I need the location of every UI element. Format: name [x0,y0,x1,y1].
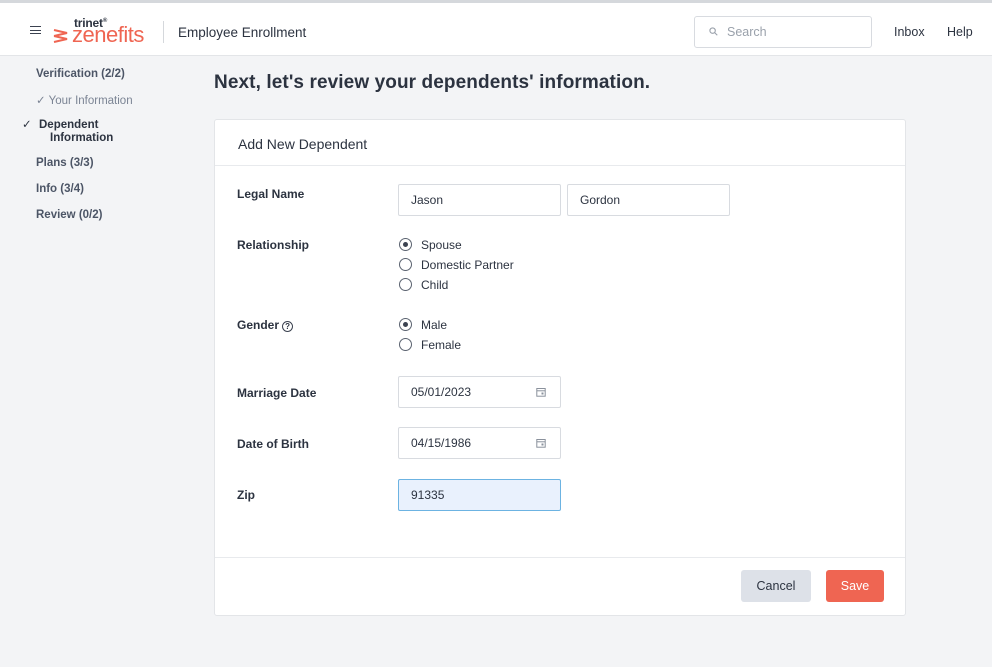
radio-selected[interactable] [399,318,412,332]
option-label: Male [421,318,448,332]
option-label: Child [421,278,449,292]
radio-unselected[interactable] [399,278,412,292]
search-box[interactable] [694,16,872,48]
option-label: Domestic Partner [421,258,514,272]
save-button[interactable]: Save [826,570,884,602]
calendar-icon[interactable] [536,438,546,448]
zip-field[interactable] [398,479,561,511]
card-footer-divider [215,557,905,558]
dependent-form-card: Add New Dependent Legal Name Relationshi… [214,119,906,616]
sidebar-item-dependent-information[interactable]: ✓ Dependent Information [22,119,136,145]
option-label: Female [421,338,462,352]
sidebar-item-verification[interactable]: Verification (2/2) [36,68,125,80]
top-bar: trinet® zenefits Employee Enrollment Inb… [0,0,992,56]
option-label: Spouse [421,238,462,252]
marriage-date-label: Marriage Date [237,386,317,400]
check-icon: ✓ [36,95,46,107]
date-of-birth-label: Date of Birth [237,437,309,451]
app-title: Employee Enrollment [178,25,307,40]
hamburger-menu-icon[interactable] [30,26,41,34]
gender-label-text: Gender [237,318,280,332]
relationship-option-child[interactable]: Child [399,277,448,293]
first-name-field[interactable] [398,184,561,216]
zenefits-logo-icon [53,29,68,43]
zip-label: Zip [237,488,255,502]
card-title: Add New Dependent [238,136,368,152]
page-title: Next, let's review your dependents' info… [214,72,651,93]
sidebar-item-label: Your Information [48,95,133,107]
search-icon [709,27,718,36]
search-input[interactable] [727,17,867,47]
legal-name-label: Legal Name [237,187,305,201]
sidebar-item-review[interactable]: Review (0/2) [36,209,102,221]
relationship-option-domestic-partner[interactable]: Domestic Partner [399,257,514,273]
sidebar-item-plans[interactable]: Plans (3/3) [36,157,94,169]
sidebar-item-info[interactable]: Info (3/4) [36,183,84,195]
gender-option-male[interactable]: Male [399,317,447,333]
help-link[interactable]: Help [947,25,973,39]
radio-unselected[interactable] [399,258,412,272]
sidebar-item-your-information[interactable]: ✓ Your Information [36,93,133,107]
gender-label: Gender? [237,318,294,332]
help-circle-icon[interactable]: ? [282,321,294,332]
gender-option-female[interactable]: Female [399,337,461,353]
radio-unselected[interactable] [399,338,412,352]
brand-zenefits[interactable]: zenefits [72,24,144,46]
inbox-link[interactable]: Inbox [894,25,925,39]
card-header: Add New Dependent [215,120,905,166]
sidebar-item-label: Dependent Information [39,119,114,144]
radio-selected[interactable] [399,238,412,252]
header-divider [163,21,164,43]
relationship-label: Relationship [237,238,310,252]
last-name-field[interactable] [567,184,730,216]
relationship-option-spouse[interactable]: Spouse [399,237,462,253]
calendar-icon[interactable] [536,387,546,397]
cancel-button[interactable]: Cancel [741,570,811,602]
